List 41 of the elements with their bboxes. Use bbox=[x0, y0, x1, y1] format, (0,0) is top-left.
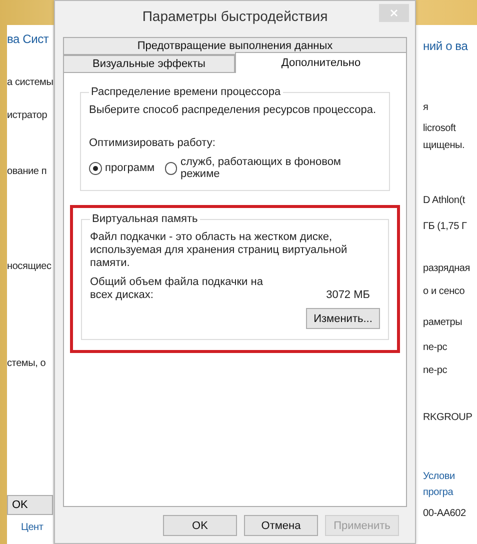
background-text: о и сенсо bbox=[423, 285, 466, 298]
background-link[interactable]: Цент bbox=[21, 521, 53, 534]
change-button[interactable]: Изменить... bbox=[306, 308, 380, 329]
window-title: Параметры быстродействия bbox=[142, 8, 328, 24]
dialog-button[interactable]: OK bbox=[163, 515, 237, 536]
total-label: Общий объем файла подкачки на всех дисках: bbox=[90, 276, 264, 302]
background-text: стемы, о bbox=[7, 357, 47, 370]
close-icon bbox=[390, 9, 398, 17]
background-text: ГБ (1,75 Г bbox=[423, 220, 468, 233]
background-text: щищены. bbox=[423, 139, 466, 152]
background-text: разрядная bbox=[423, 262, 471, 275]
background-text: D Athlon(t bbox=[423, 194, 466, 207]
background-text: а системы bbox=[7, 76, 53, 89]
tab[interactable]: Дополнительно bbox=[235, 52, 407, 73]
background-link[interactable]: програ bbox=[423, 486, 477, 499]
total-value: 3072 МБ bbox=[326, 289, 370, 302]
background-text: я bbox=[423, 101, 430, 114]
radio-option[interactable]: программ bbox=[89, 156, 155, 180]
background-text: licrosoft bbox=[423, 122, 457, 135]
group-title: Виртуальная память bbox=[91, 213, 199, 225]
background-text: истратор bbox=[7, 109, 48, 122]
dialog-button[interactable]: Отмена bbox=[244, 515, 318, 536]
background-text: ний о ва bbox=[423, 40, 469, 53]
background-text: ование п bbox=[7, 165, 48, 178]
background-text: ne-pc bbox=[423, 364, 448, 377]
description-text: Файл подкачки - это область на жестком диске, используемая для хранения страниц виртуальной памяти. bbox=[90, 231, 348, 270]
description-text: Выберите способ распределения ресурсов процессора. bbox=[89, 104, 378, 117]
background-text: ва Сист bbox=[7, 33, 50, 46]
ok-button[interactable]: OK bbox=[7, 495, 53, 515]
tab[interactable]: Визуальные эффекты bbox=[63, 55, 235, 73]
background-text: раметры bbox=[423, 316, 464, 329]
radio-option[interactable]: служб, работающих в фоновом режиме bbox=[164, 156, 381, 180]
background-text: ne-pc bbox=[423, 341, 448, 354]
background-text: носящиес bbox=[7, 260, 52, 273]
tab[interactable]: Предотвращение выполнения данных bbox=[63, 37, 407, 55]
background-link[interactable]: Услови bbox=[423, 470, 477, 483]
background-text: RKGROUP bbox=[423, 411, 474, 424]
close-button[interactable] bbox=[379, 4, 409, 22]
optimize-label: Оптимизировать работу: bbox=[89, 137, 216, 150]
group-title: Распределение времени процессора bbox=[90, 86, 282, 98]
background-text: 00-AA602 bbox=[423, 507, 467, 520]
